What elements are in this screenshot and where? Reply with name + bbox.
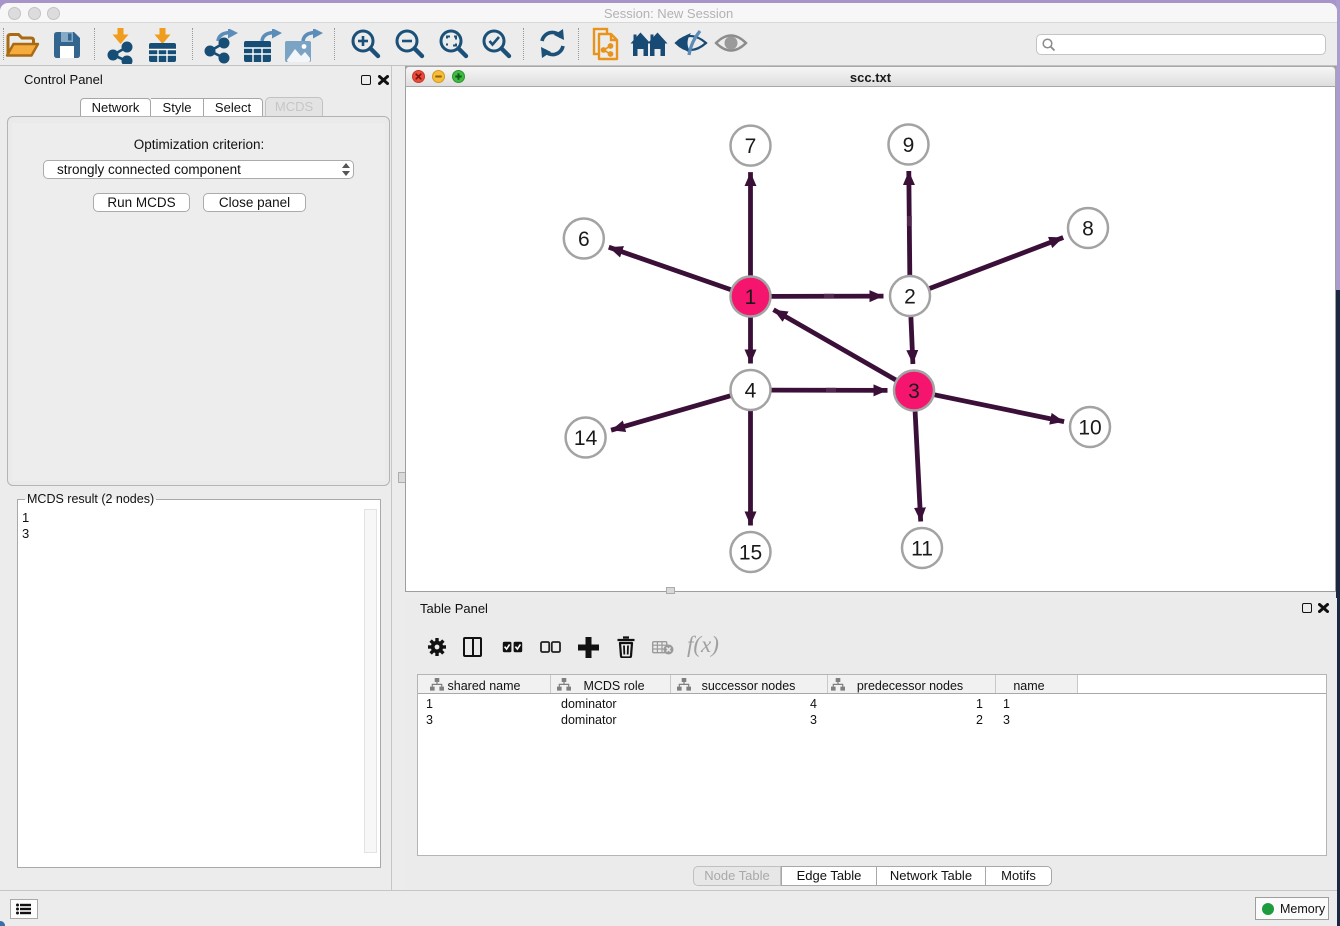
svg-text:3: 3 [908,380,920,403]
svg-text:9: 9 [903,134,915,157]
svg-text:15: 15 [739,542,762,565]
svg-text:14: 14 [574,427,598,450]
svg-text:10: 10 [1078,417,1101,440]
svg-text:2: 2 [904,286,916,309]
svg-text:7: 7 [745,135,757,158]
svg-text:8: 8 [1082,218,1094,241]
svg-text:6: 6 [578,228,590,251]
svg-text:4: 4 [745,380,757,403]
svg-text:11: 11 [911,538,933,561]
svg-text:1: 1 [745,286,757,309]
